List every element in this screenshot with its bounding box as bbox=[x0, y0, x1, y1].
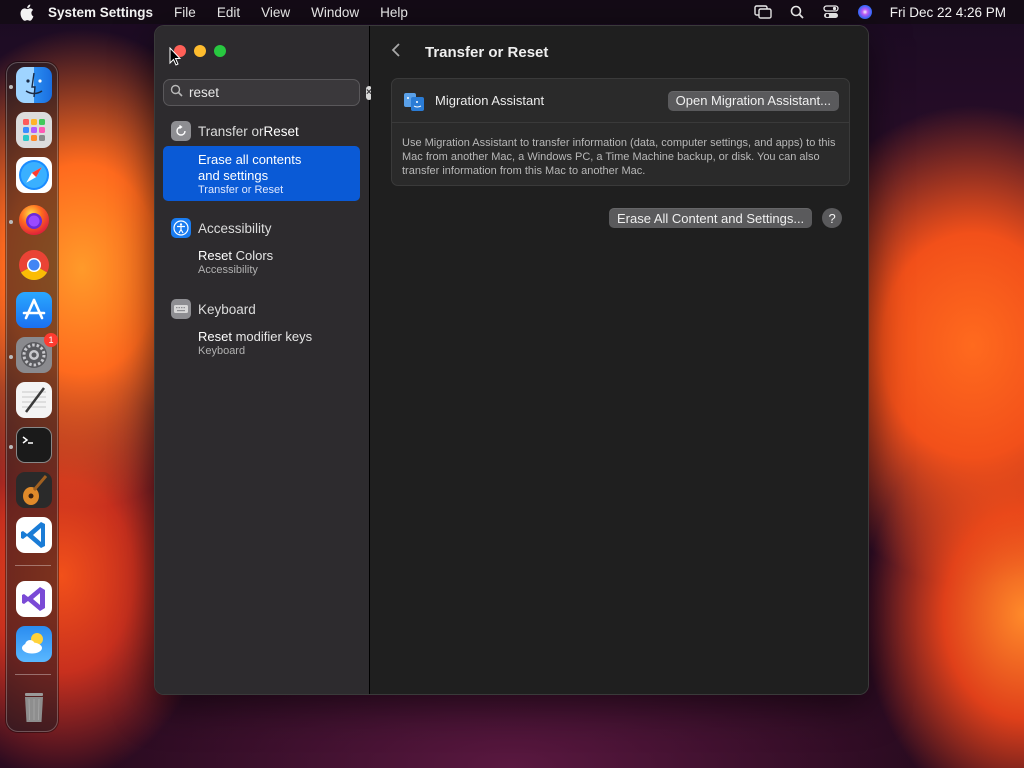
result-subtitle: Transfer or Reset bbox=[198, 184, 284, 196]
textedit-icon[interactable] bbox=[16, 382, 52, 418]
migration-assistant-icon bbox=[402, 89, 426, 113]
menu-bar: System Settings File Edit View Window He… bbox=[0, 0, 1024, 24]
system-settings-window: × Transfer or Reset Erase all contents a… bbox=[154, 25, 869, 695]
result-title-line1: Erase all contents bbox=[198, 152, 302, 167]
app-name-menu[interactable]: System Settings bbox=[48, 5, 153, 20]
result-erase-all-contents[interactable]: Erase all contents and settings Transfer… bbox=[163, 146, 360, 201]
result-reset-modifier-keys[interactable]: Reset modifier keys Keyboard bbox=[163, 323, 360, 362]
sidebar: × Transfer or Reset Erase all contents a… bbox=[155, 26, 372, 694]
mouse-cursor-icon bbox=[169, 46, 182, 67]
result-subtitle: Keyboard bbox=[198, 345, 246, 357]
running-indicator bbox=[9, 220, 13, 224]
erase-all-content-button[interactable]: Erase All Content and Settings... bbox=[609, 208, 813, 228]
notification-badge: 1 bbox=[44, 333, 58, 347]
open-migration-assistant-button[interactable]: Open Migration Assistant... bbox=[667, 90, 839, 111]
help-button[interactable]: ? bbox=[822, 208, 843, 228]
menu-help[interactable]: Help bbox=[380, 5, 408, 20]
group-header[interactable]: Keyboard bbox=[163, 297, 360, 321]
menu-view[interactable]: View bbox=[261, 5, 290, 20]
group-header[interactable]: Accessibility bbox=[163, 216, 360, 240]
zoom-window-button[interactable] bbox=[214, 45, 226, 57]
group-title-match: Reset bbox=[263, 123, 299, 139]
menu-edit[interactable]: Edit bbox=[217, 5, 240, 20]
trash-icon[interactable] bbox=[16, 689, 52, 725]
running-indicator bbox=[9, 445, 13, 449]
migration-assistant-title: Migration Assistant bbox=[435, 93, 545, 108]
search-field[interactable]: × bbox=[163, 79, 372, 106]
keyboard-icon bbox=[171, 299, 191, 319]
transfer-reset-icon bbox=[171, 121, 191, 141]
apple-menu-icon[interactable] bbox=[16, 2, 36, 22]
group-header[interactable]: Transfer or Reset bbox=[163, 119, 360, 143]
terminal-icon[interactable] bbox=[16, 427, 52, 463]
firefox-icon[interactable] bbox=[16, 202, 52, 238]
running-indicator bbox=[9, 355, 13, 359]
menu-window[interactable]: Window bbox=[311, 5, 359, 20]
vscode-icon[interactable] bbox=[16, 517, 52, 553]
search-group-accessibility: Accessibility Reset Colors Accessibility bbox=[163, 216, 360, 281]
launchpad-icon[interactable] bbox=[16, 112, 52, 148]
dock-separator bbox=[15, 674, 51, 675]
result-title-match: Reset bbox=[198, 329, 232, 344]
safari-icon[interactable] bbox=[16, 157, 52, 193]
group-title: Accessibility bbox=[198, 220, 272, 236]
page-title: Transfer or Reset bbox=[425, 43, 549, 61]
control-center-icon[interactable] bbox=[820, 3, 842, 21]
result-title: Reset modifier keys bbox=[198, 329, 360, 345]
app-store-icon[interactable] bbox=[16, 292, 52, 328]
chrome-icon[interactable] bbox=[16, 247, 52, 283]
migration-description: Use Migration Assistant to transfer info… bbox=[402, 137, 836, 177]
search-group-transfer-reset: Transfer or Reset Erase all contents and… bbox=[163, 119, 360, 201]
search-icon bbox=[170, 84, 183, 102]
result-reset-colors[interactable]: Reset Colors Accessibility bbox=[163, 242, 360, 281]
group-title: Transfer or bbox=[198, 123, 264, 139]
running-indicator bbox=[9, 85, 13, 89]
content-titlebar: Transfer or Reset bbox=[371, 26, 868, 78]
window-controls bbox=[174, 45, 226, 57]
migration-row: Migration Assistant Open Migration Assis… bbox=[392, 79, 849, 123]
group-title: Keyboard bbox=[198, 301, 256, 317]
result-title: Reset Colors bbox=[198, 248, 360, 264]
menu-file[interactable]: File bbox=[174, 5, 196, 20]
siri-icon[interactable] bbox=[854, 3, 876, 21]
screen-mirroring-icon[interactable] bbox=[752, 3, 774, 21]
search-input[interactable] bbox=[189, 85, 366, 100]
minimize-window-button[interactable] bbox=[194, 45, 206, 57]
search-group-keyboard: Keyboard Reset modifier keys Keyboard bbox=[163, 297, 360, 362]
result-subtitle: Accessibility bbox=[198, 264, 258, 276]
result-title-line2: and settings bbox=[198, 168, 269, 183]
result-title-rest: modifier keys bbox=[231, 329, 313, 344]
erase-row: Erase All Content and Settings... ? bbox=[609, 208, 843, 228]
result-title-match: Reset bbox=[198, 248, 232, 263]
dock: 1 bbox=[6, 62, 58, 732]
migration-assistant-card: Migration Assistant Open Migration Assis… bbox=[391, 78, 850, 186]
visual-studio-icon[interactable] bbox=[16, 581, 52, 617]
menu-clock[interactable]: Fri Dec 22 4:26 PM bbox=[890, 5, 1006, 20]
spotlight-search-icon[interactable] bbox=[786, 3, 808, 21]
garageband-icon[interactable] bbox=[16, 472, 52, 508]
system-settings-icon[interactable]: 1 bbox=[16, 333, 58, 373]
weather-icon[interactable] bbox=[16, 626, 52, 662]
back-chevron-icon[interactable] bbox=[391, 41, 407, 64]
result-title-rest: Colors bbox=[231, 248, 274, 263]
finder-icon[interactable] bbox=[16, 67, 52, 103]
dock-separator bbox=[15, 565, 51, 566]
content-pane: Transfer or Reset Migration Assistant Op… bbox=[371, 26, 868, 694]
accessibility-icon bbox=[171, 218, 191, 238]
